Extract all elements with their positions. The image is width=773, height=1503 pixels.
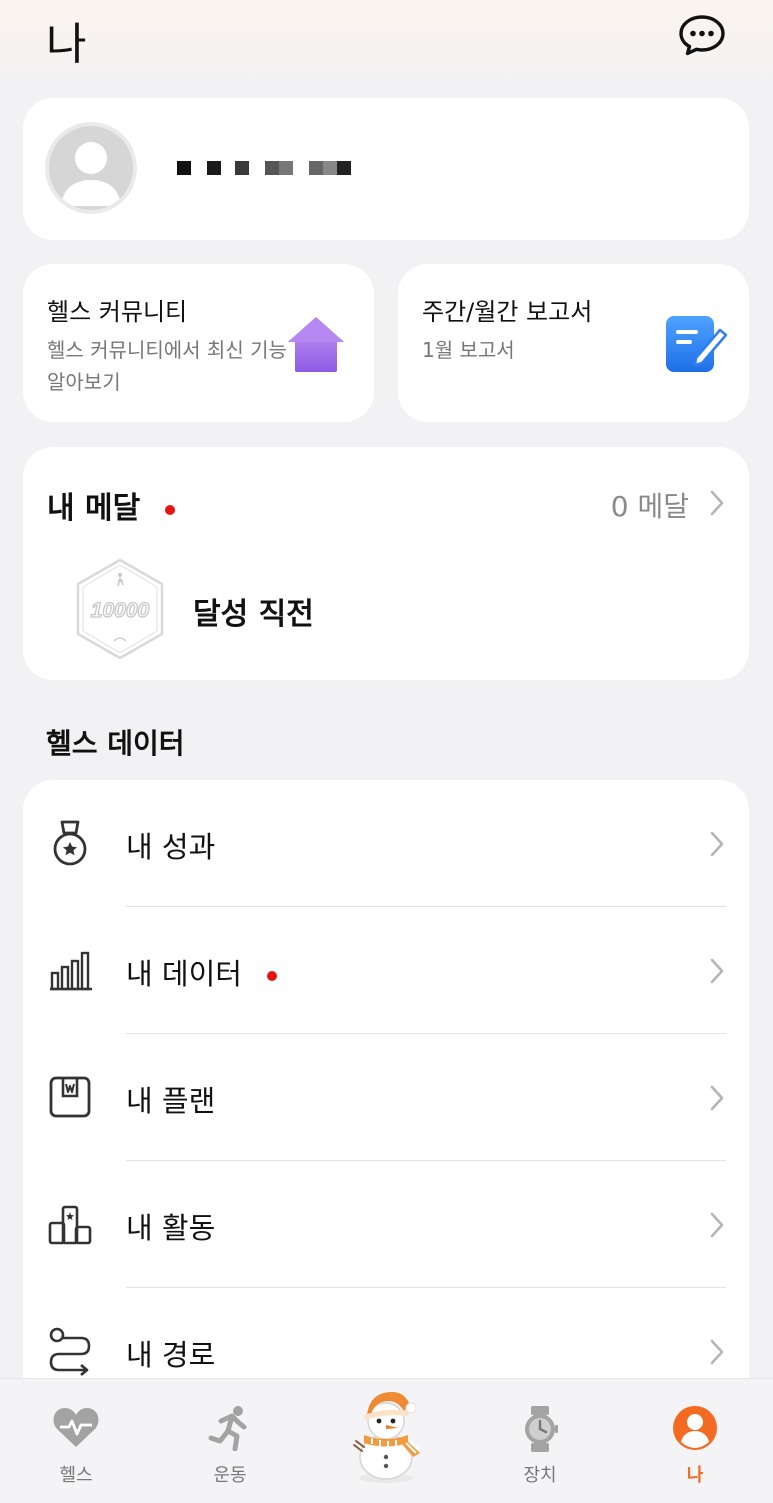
nav-label: 장치	[523, 1465, 557, 1486]
list-item-my-plan[interactable]: 내 플랜	[23, 1034, 749, 1161]
list-item-label: 내 경로	[126, 1338, 216, 1372]
profile-card[interactable]	[23, 98, 749, 240]
medal-icon	[53, 820, 87, 866]
health-data-section-title: 헬스 데이터	[46, 727, 185, 760]
nav-label: 나	[686, 1465, 704, 1486]
list-item-my-achievements[interactable]: 내 성과	[23, 780, 749, 907]
notification-dot	[267, 971, 278, 981]
medals-title: 내 메달	[47, 483, 175, 527]
list-item-label: 내 데이터	[126, 951, 278, 993]
list-item-label: 내 활동	[126, 1211, 216, 1245]
medal-status: 달성 직전	[193, 597, 314, 632]
community-title: 헬스 커뮤니티	[47, 298, 188, 326]
podium-icon	[48, 1205, 92, 1245]
heart-icon	[53, 1408, 99, 1447]
health-community-card[interactable]: 헬스 커뮤니티 헬스 커뮤니티에서 최신 기능 알아보기	[23, 264, 374, 422]
nav-snowman-mascot[interactable]	[336, 1379, 436, 1503]
snowman-icon	[353, 1391, 420, 1483]
chat-bubble-icon	[679, 15, 725, 56]
default-avatar-icon[interactable]	[45, 122, 137, 214]
report-edit-icon	[666, 316, 728, 372]
nav-tab-health[interactable]: 헬스	[26, 1379, 126, 1503]
chevron-right-icon	[710, 831, 724, 857]
page-title: 나	[46, 19, 87, 70]
list-item-label: 내 플랜	[126, 1084, 216, 1118]
nav-label: 헬스	[59, 1465, 93, 1486]
chevron-right-icon	[710, 1212, 724, 1238]
list-item-label: 내 성과	[126, 830, 216, 864]
medal-count: 0 메달	[610, 490, 689, 523]
report-title: 주간/월간 보고서	[422, 298, 593, 326]
bar-chart-icon	[50, 951, 92, 991]
nav-label: 운동	[213, 1465, 247, 1486]
plan-icon	[49, 1076, 91, 1118]
running-icon	[208, 1406, 247, 1451]
my-medals-card[interactable]: 내 메달 0 메달 10000 달성 직전	[23, 447, 749, 680]
chevron-right-icon	[710, 490, 724, 516]
chevron-right-icon	[710, 1339, 724, 1365]
house-icon	[288, 317, 344, 372]
health-data-list: 내 성과 내 데이터 내 플랜 내 활동 내 경로	[23, 780, 749, 1420]
bottom-navigation: 헬스 운동 장치 나	[0, 1378, 773, 1503]
list-item-my-data[interactable]: 내 데이터	[23, 907, 749, 1034]
chat-button[interactable]	[676, 12, 728, 58]
nav-tab-me[interactable]: 나	[645, 1379, 745, 1503]
report-subtitle: 1월 보고서	[422, 338, 515, 362]
watch-icon	[525, 1406, 558, 1452]
chevron-right-icon	[710, 1085, 724, 1111]
step-medal-badge-icon: 10000	[76, 558, 164, 660]
chevron-right-icon	[710, 958, 724, 984]
header-background	[0, 0, 773, 90]
nav-tab-exercise[interactable]: 운동	[180, 1379, 280, 1503]
notification-dot	[164, 504, 175, 515]
route-icon	[49, 1327, 91, 1376]
blurred-username	[177, 161, 351, 175]
medal-badge-text: 10000	[91, 599, 150, 622]
profile-icon	[673, 1406, 717, 1450]
community-subtitle: 헬스 커뮤니티에서 최신 기능 알아보기	[47, 338, 287, 394]
list-item-my-activity[interactable]: 내 활동	[23, 1161, 749, 1288]
weekly-monthly-report-card[interactable]: 주간/월간 보고서 1월 보고서	[398, 264, 749, 422]
nav-tab-devices[interactable]: 장치	[490, 1379, 590, 1503]
